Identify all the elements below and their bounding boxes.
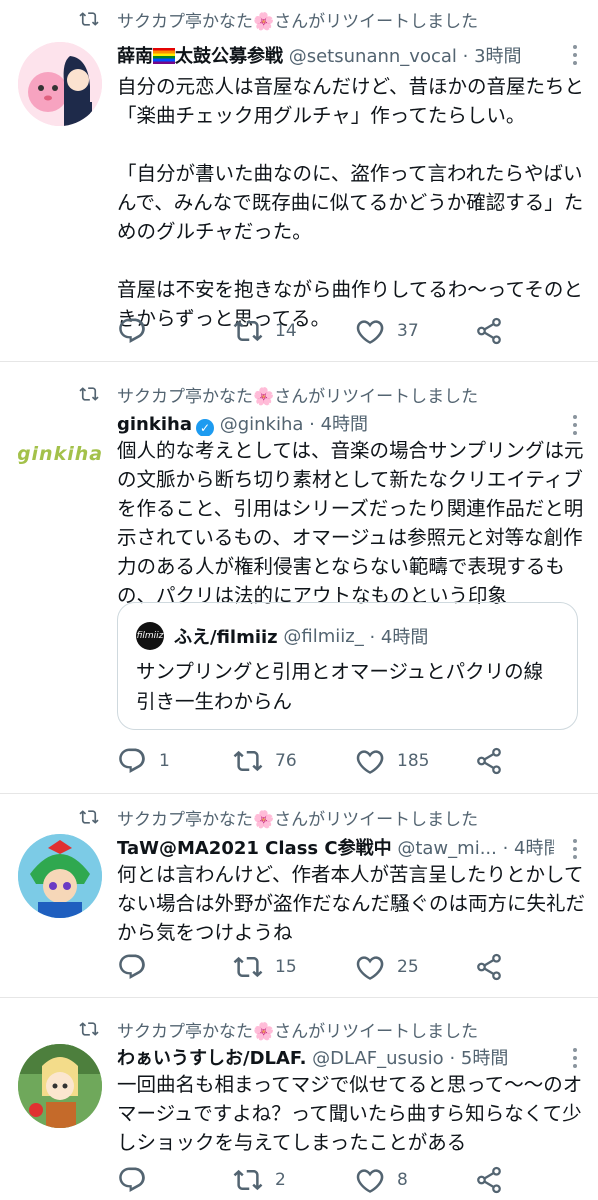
quoted-tweet[interactable]: filmiiz ふえ/filmiiz @filmiiz_ · 4時間 サンプリン…	[117, 602, 578, 730]
reply-icon	[117, 952, 147, 982]
retweeted-by-label: サクカプ亭かなた🌸さんがリツイートしました	[117, 810, 479, 830]
share-button[interactable]	[474, 1160, 504, 1200]
display-name[interactable]: わぁいうすしお/DLAF.	[117, 1048, 306, 1069]
tweet[interactable]: サクカプ亭かなた🌸さんがリツイートしました 薛南 太鼓公募参戦 @setsunan…	[0, 0, 598, 362]
retweet-count: 14	[275, 321, 297, 341]
more-options-icon[interactable]	[570, 1048, 580, 1072]
retweet-icon	[233, 952, 263, 982]
like-button[interactable]: 37	[355, 311, 419, 351]
tweet-header: ginkiha ✓ @ginkiha · 4時間	[117, 410, 554, 436]
quoted-tweet-header: filmiiz ふえ/filmiiz @filmiiz_ · 4時間	[136, 621, 428, 651]
action-bar: 14 37	[117, 311, 517, 351]
retweet-context: サクカプ亭かなた🌸さんがリツイートしました	[0, 0, 598, 36]
retweeted-by-label: サクカプ亭かなた🌸さんがリツイートしました	[117, 12, 479, 32]
rainbow-flag-icon	[153, 48, 175, 64]
quoted-tweet-text: サンプリングと引用とオマージュとパクリの線引き一生わからん	[136, 660, 544, 713]
tweet-header: TaW@MA2021 Class C参戦中 @taw_mi... · 4時間	[117, 834, 554, 860]
tweet-header: わぁいうすしお/DLAF. @DLAF_ususio · 5時間	[117, 1044, 554, 1070]
tweet[interactable]: サクカプ亭かなた🌸さんがリツイートしました わぁいうすしお/DLAF. @DLA…	[0, 998, 598, 1200]
heart-icon	[355, 316, 385, 346]
reply-button[interactable]	[117, 311, 147, 351]
tweet-text: 個人的な考えとしては、音楽の場合サンプリングは元の文脈から断ち切り素材として新た…	[117, 439, 584, 607]
heart-icon	[355, 952, 385, 982]
retweet-context: サクカプ亭かなた🌸さんがリツイートしました	[0, 1010, 598, 1046]
retweet-icon	[233, 1165, 263, 1195]
quoted-timestamp: · 4時間	[369, 627, 429, 648]
avatar[interactable]	[18, 834, 102, 918]
like-count: 185	[397, 751, 430, 771]
heart-icon	[355, 1165, 385, 1195]
retweet-button[interactable]: 2	[233, 1160, 286, 1200]
display-name[interactable]: ginkiha ✓	[117, 414, 214, 436]
avatar[interactable]	[18, 42, 102, 126]
reply-button[interactable]: 1	[117, 741, 170, 781]
retweet-button[interactable]: 15	[233, 947, 297, 987]
share-icon	[474, 316, 504, 346]
tweet-text: 一回曲名も相まってマジで似せてると思って〜〜のオマージュですよね？って聞いたら曲…	[117, 1073, 583, 1154]
like-count: 8	[397, 1170, 408, 1190]
tweet[interactable]: サクカプ亭かなた🌸さんがリツイートしました ginkiha ginkiha ✓ @…	[0, 362, 598, 794]
share-icon	[474, 746, 504, 776]
timestamp[interactable]: · 4時間	[309, 414, 368, 435]
retweet-context: サクカプ亭かなた🌸さんがリツイートしました	[0, 798, 598, 834]
share-button[interactable]	[474, 311, 504, 351]
retweet-icon	[233, 746, 263, 776]
reply-icon	[117, 1165, 147, 1195]
more-options-icon[interactable]	[570, 45, 580, 69]
display-name[interactable]: TaW@MA2021 Class C参戦中	[117, 838, 392, 859]
retweet-icon	[77, 807, 101, 827]
tweet[interactable]: サクカプ亭かなた🌸さんがリツイートしました TaW@MA2021 Class C…	[0, 794, 598, 998]
quoted-handle: @filmiiz_	[283, 625, 364, 647]
retweet-count: 76	[275, 751, 297, 771]
like-count: 37	[397, 321, 419, 341]
avatar-logo-text: ginkiha	[18, 443, 102, 465]
retweet-button[interactable]: 76	[233, 741, 297, 781]
reply-button[interactable]	[117, 1160, 147, 1200]
retweet-icon	[77, 1019, 101, 1039]
handle[interactable]: @setsunann_vocal	[289, 46, 457, 67]
like-button[interactable]: 185	[355, 741, 429, 781]
like-button[interactable]: 25	[355, 947, 419, 987]
handle[interactable]: @ginkiha	[220, 414, 304, 435]
retweet-count: 2	[275, 1170, 286, 1190]
timestamp[interactable]: · 4時間	[503, 838, 554, 859]
share-icon	[474, 952, 504, 982]
retweet-icon	[77, 9, 101, 29]
retweet-icon	[233, 316, 263, 346]
tweet-text: 何とは言わんけど、作者本人が苦言呈したりとかしてない場合は外野が盗作だなんだ騒ぐ…	[117, 863, 586, 944]
handle[interactable]: @taw_mi...	[397, 838, 497, 859]
retweeted-by-label: サクカプ亭かなた🌸さんがリツイートしました	[117, 1022, 479, 1042]
tweet-text: 自分の元恋人は音屋なんだけど、昔ほかの音屋たちと「楽曲チェック用グルチャ」作って…	[117, 75, 585, 330]
reply-count: 1	[159, 751, 170, 771]
retweet-count: 15	[275, 957, 297, 977]
tweet-header: 薛南 太鼓公募参戦 @setsunann_vocal · 3時間	[117, 42, 554, 68]
reply-icon	[117, 316, 147, 346]
action-bar: 1 76 185	[117, 741, 517, 781]
handle[interactable]: @DLAF_ususio	[312, 1048, 444, 1069]
heart-icon	[355, 746, 385, 776]
reply-button[interactable]	[117, 947, 147, 987]
retweet-icon	[77, 384, 101, 404]
action-bar: 15 25	[117, 947, 517, 987]
display-name[interactable]: 薛南 太鼓公募参戦	[117, 46, 283, 67]
retweet-button[interactable]: 14	[233, 311, 297, 351]
retweeted-by-label: サクカプ亭かなた🌸さんがリツイートしました	[117, 387, 479, 407]
retweet-context: サクカプ亭かなた🌸さんがリツイートしました	[0, 375, 598, 411]
like-button[interactable]: 8	[355, 1160, 408, 1200]
action-bar: 2 8	[117, 1160, 517, 1200]
quoted-display-name: ふえ/filmiiz	[174, 627, 278, 648]
share-button[interactable]	[474, 947, 504, 987]
like-count: 25	[397, 957, 419, 977]
quoted-avatar: filmiiz	[136, 622, 164, 650]
verified-badge-icon: ✓	[195, 419, 214, 436]
timestamp[interactable]: · 5時間	[449, 1048, 508, 1069]
share-icon	[474, 1165, 504, 1195]
timestamp[interactable]: · 3時間	[463, 46, 522, 67]
avatar[interactable]: ginkiha	[18, 412, 102, 496]
reply-icon	[117, 746, 147, 776]
share-button[interactable]	[474, 741, 504, 781]
avatar[interactable]	[18, 1044, 102, 1128]
